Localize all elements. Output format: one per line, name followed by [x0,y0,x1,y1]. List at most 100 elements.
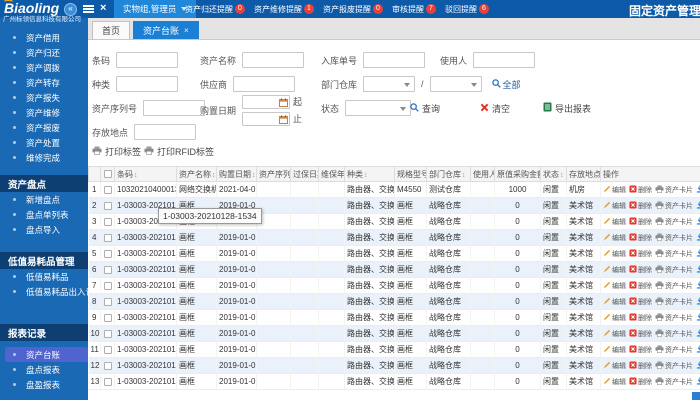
asset-card-button[interactable]: 资产卡片 [655,312,693,323]
print-rfid-label-button[interactable]: 打印RFID标签 [144,145,214,158]
delete-button[interactable]: 删除 [629,376,652,387]
asset-card-button[interactable]: 资产卡片 [655,376,693,387]
sort-icon[interactable]: ↕ [364,172,368,179]
delete-button[interactable]: 删除 [629,328,652,339]
edit-button[interactable]: 编辑 [603,297,626,307]
calendar-icon[interactable] [279,114,289,126]
asset-card-button[interactable]: 资产卡片 [655,200,693,211]
asset-card-button[interactable]: 资产卡片 [655,360,693,371]
export-report-button[interactable]: 导出报表 [543,100,591,116]
sidebar-item-低值易耗品出入记录[interactable]: 低值易耗品出入记录 [0,284,88,299]
download-button[interactable]: 下载 [696,264,700,275]
download-button[interactable]: 下载 [696,184,700,195]
column-header-种类[interactable]: 种类↕ [344,166,395,182]
query-button[interactable]: 查询 [410,100,440,116]
dept-select[interactable] [363,76,416,92]
row-checkbox[interactable] [103,313,112,322]
calendar-icon[interactable] [279,97,289,109]
row-checkbox[interactable] [103,329,112,338]
print-label-button[interactable]: 打印标签 [92,145,141,158]
asset-card-button[interactable]: 资产卡片 [655,296,693,307]
sidebar-item-资产借用[interactable]: 资产借用 [0,30,88,45]
sidebar-item-维修完成[interactable]: 维修完成 [0,150,88,165]
asset-card-button[interactable]: 资产卡片 [655,184,693,195]
edit-button[interactable]: 编辑 [603,345,626,355]
clear-button[interactable]: 清空 [480,100,510,116]
user-input[interactable] [473,52,536,68]
column-header-资产名称[interactable]: 资产名称↕ [176,166,217,182]
sort-icon[interactable]: ↕ [462,172,466,179]
tab-home[interactable]: 首页 [92,21,131,39]
reminder-tab[interactable]: 资产维修提醒 1 [254,4,314,15]
all-link[interactable]: 全部 [491,78,521,91]
column-header-过保日期[interactable]: 过保日期↕ [290,166,319,182]
download-button[interactable]: 下载 [696,232,700,243]
serial-input[interactable] [143,100,206,116]
sidebar-item-资产报废[interactable]: 资产报废 [0,120,88,135]
asset-name-input[interactable] [242,52,305,68]
delete-button[interactable]: 删除 [629,200,652,211]
download-button[interactable]: 下载 [696,376,700,387]
close-icon[interactable]: × [100,2,106,14]
status-select[interactable] [345,100,412,116]
delete-button[interactable]: 删除 [629,360,652,371]
row-checkbox[interactable] [103,281,112,290]
column-header-操作[interactable]: 操作 [600,166,700,182]
column-header-存放地点[interactable]: 存放地点↕ [566,166,601,182]
row-checkbox[interactable] [103,249,112,258]
sidebar-item-资产报失[interactable]: 资产报失 [0,90,88,105]
sidebar-item-资产转存[interactable]: 资产转存 [0,75,88,90]
sort-icon[interactable]: ↕ [252,172,256,179]
column-header-原值采购金额[interactable]: 原值采购金额↕ [494,166,541,182]
column-header-资产序列号[interactable]: 资产序列号↕ [256,166,291,182]
delete-button[interactable]: 删除 [629,280,652,291]
row-checkbox[interactable] [103,217,112,226]
row-checkbox[interactable] [103,265,112,274]
delete-button[interactable]: 删除 [629,264,652,275]
download-button[interactable]: 下载 [696,200,700,211]
row-checkbox[interactable] [103,345,112,354]
tab-asset-ledger[interactable]: 资产台账 × [133,21,199,39]
category-input[interactable] [116,76,179,92]
delete-button[interactable]: 删除 [629,344,652,355]
delete-button[interactable]: 删除 [629,216,652,227]
row-checkbox[interactable] [103,201,112,210]
asset-card-button[interactable]: 资产卡片 [655,264,693,275]
sort-icon[interactable]: ↕ [212,172,216,179]
sidebar-item-盘点导入[interactable]: 盘点导入 [0,222,88,237]
edit-button[interactable]: 编辑 [603,281,626,291]
delete-button[interactable]: 删除 [629,296,652,307]
sidebar-item-资产维修[interactable]: 资产维修 [0,105,88,120]
edit-button[interactable]: 编辑 [603,329,626,339]
delete-button[interactable]: 删除 [629,248,652,259]
row-checkbox[interactable] [103,297,112,306]
edit-button[interactable]: 编辑 [603,249,626,259]
download-button[interactable]: 下载 [696,360,700,371]
reminder-tab[interactable]: 审核提醒 7 [392,4,436,15]
asset-card-button[interactable]: 资产卡片 [655,280,693,291]
column-header-状态[interactable]: 状态↕ [540,166,567,182]
reminder-tab[interactable]: 资产报废提醒 0 [323,4,383,15]
column-header-规格型号[interactable]: 规格型号↕ [394,166,427,182]
column-header-使用人[interactable]: 使用人↕ [470,166,495,182]
edit-button[interactable]: 编辑 [603,377,626,387]
sort-icon[interactable]: ↕ [134,172,138,179]
sidebar-item-资产归还[interactable]: 资产归还 [0,45,88,60]
reminder-tab[interactable]: 资产归还提醒 0 [185,4,245,15]
location-input[interactable] [134,124,197,140]
reminder-tab[interactable]: 驳回提醒 6 [445,4,489,15]
delete-button[interactable]: 删除 [629,184,652,195]
download-button[interactable]: 下载 [696,280,700,291]
sidebar-item-资产台账[interactable]: 资产台账 [5,347,88,362]
sidebar-item-低值易耗品[interactable]: 低值易耗品 [0,269,88,284]
asset-card-button[interactable]: 资产卡片 [655,232,693,243]
tab-close-icon[interactable]: × [184,26,189,35]
delete-button[interactable]: 删除 [629,312,652,323]
download-button[interactable]: 下载 [696,248,700,259]
edit-button[interactable]: 编辑 [603,201,626,211]
asset-card-button[interactable]: 资产卡片 [655,344,693,355]
sidebar-item-资产处置[interactable]: 资产处置 [0,135,88,150]
download-button[interactable]: 下载 [696,216,700,227]
row-checkbox[interactable] [103,185,112,194]
sidebar-item-盘点单列表[interactable]: 盘点单列表 [0,207,88,222]
